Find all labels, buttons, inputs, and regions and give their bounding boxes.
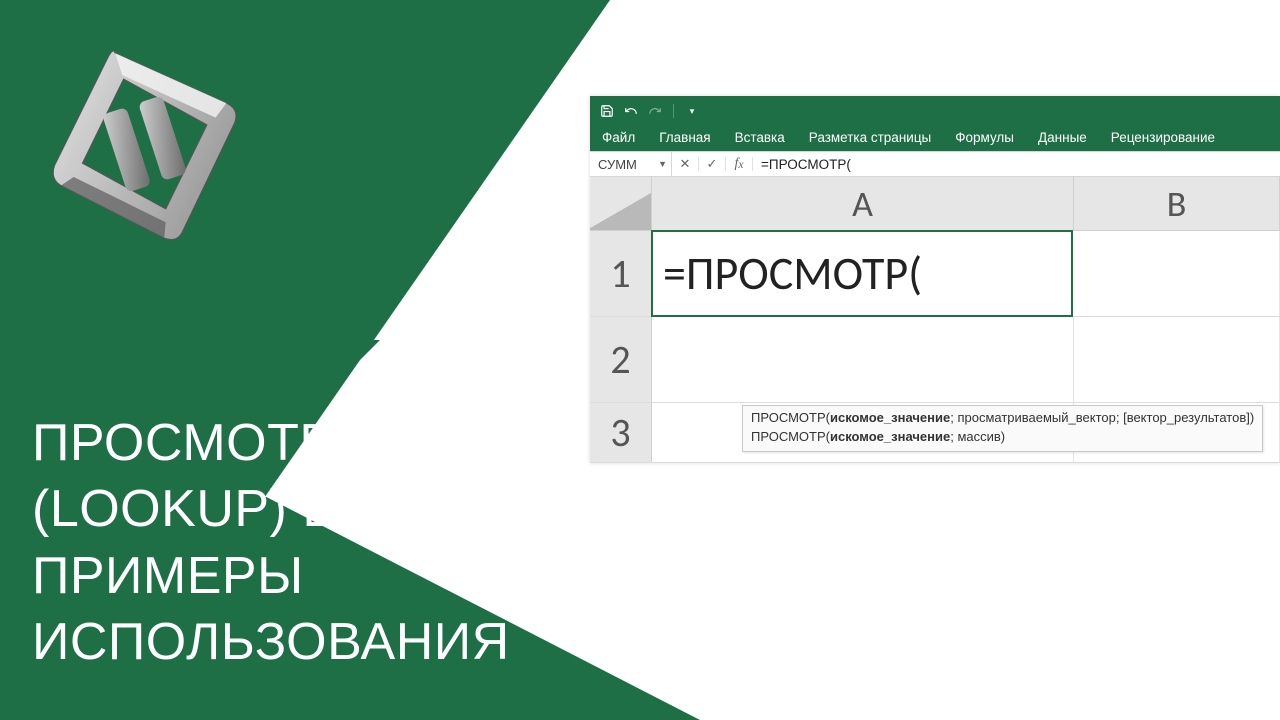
select-all-corner[interactable] [590, 177, 652, 230]
tooltip-text: ПРОСМОТР( [751, 410, 830, 425]
cell-b1[interactable] [1072, 231, 1280, 316]
chevron-down-icon[interactable]: ▼ [658, 159, 667, 169]
name-box[interactable]: СУММ ▼ [590, 152, 672, 176]
headline: ПРОСМОТР (LOOKUP) В EXCEL, ПРИМЕРЫ ИСПОЛ… [32, 410, 540, 676]
formula-tooltip: ПРОСМОТР(искомое_значение; просматриваем… [742, 405, 1263, 452]
undo-icon[interactable] [622, 102, 640, 120]
redo-icon[interactable] [646, 102, 664, 120]
headline-line: (LOOKUP) В EXCEL, [32, 476, 540, 543]
row-header-1[interactable]: 1 [590, 231, 652, 316]
ribbon-tabs: Файл Главная Вставка Разметка страницы Ф… [590, 126, 1280, 151]
tab-page-layout[interactable]: Разметка страницы [809, 130, 931, 145]
tab-data[interactable]: Данные [1038, 130, 1087, 145]
row-header-3[interactable]: 3 [590, 403, 652, 462]
cell-a2[interactable] [652, 317, 1074, 402]
tab-review[interactable]: Рецензирование [1111, 130, 1215, 145]
tooltip-text: ПРОСМОТР( [751, 429, 830, 444]
customize-qat-icon[interactable]: ▾ [683, 102, 701, 120]
headline-line: ПРОСМОТР [32, 410, 540, 477]
fx-icon[interactable]: fx [726, 152, 752, 176]
tooltip-bold: искомое_значение [830, 429, 950, 444]
formula-input[interactable]: =ПРОСМОТР( [753, 157, 1280, 172]
formula-bar: СУММ ▼ ✕ ✓ fx =ПРОСМОТР( [590, 151, 1280, 177]
column-header-a[interactable]: A [652, 177, 1074, 230]
brand-logo-icon [40, 40, 250, 250]
cancel-formula-icon[interactable]: ✕ [672, 152, 698, 176]
column-header-b[interactable]: B [1074, 177, 1280, 230]
cell-a1[interactable]: =ПРОСМОТР( [651, 230, 1073, 317]
tooltip-text: ; просматриваемый_вектор; [вектор_резуль… [950, 410, 1254, 425]
tab-file[interactable]: Файл [602, 130, 635, 145]
name-box-value: СУММ [598, 157, 637, 172]
tab-insert[interactable]: Вставка [735, 130, 785, 145]
tooltip-bold: искомое_значение [830, 410, 950, 425]
row-header-2[interactable]: 2 [590, 317, 652, 402]
headline-line: ПРИМЕРЫ [32, 543, 540, 610]
enter-formula-icon[interactable]: ✓ [699, 152, 725, 176]
save-icon[interactable] [598, 102, 616, 120]
spreadsheet-grid: A B 1 =ПРОСМОТР( 2 3 ПРОСМОТР(искомое_зн… [590, 177, 1280, 463]
title-bar: ▾ [590, 96, 1280, 126]
headline-line: ИСПОЛЬЗОВАНИЯ [32, 609, 540, 676]
tab-formulas[interactable]: Формулы [955, 130, 1014, 145]
excel-window: ▾ Файл Главная Вставка Разметка страницы… [590, 96, 1280, 463]
cell-b2[interactable] [1074, 317, 1280, 402]
tab-home[interactable]: Главная [659, 130, 710, 145]
tooltip-text: ; массив) [950, 429, 1005, 444]
